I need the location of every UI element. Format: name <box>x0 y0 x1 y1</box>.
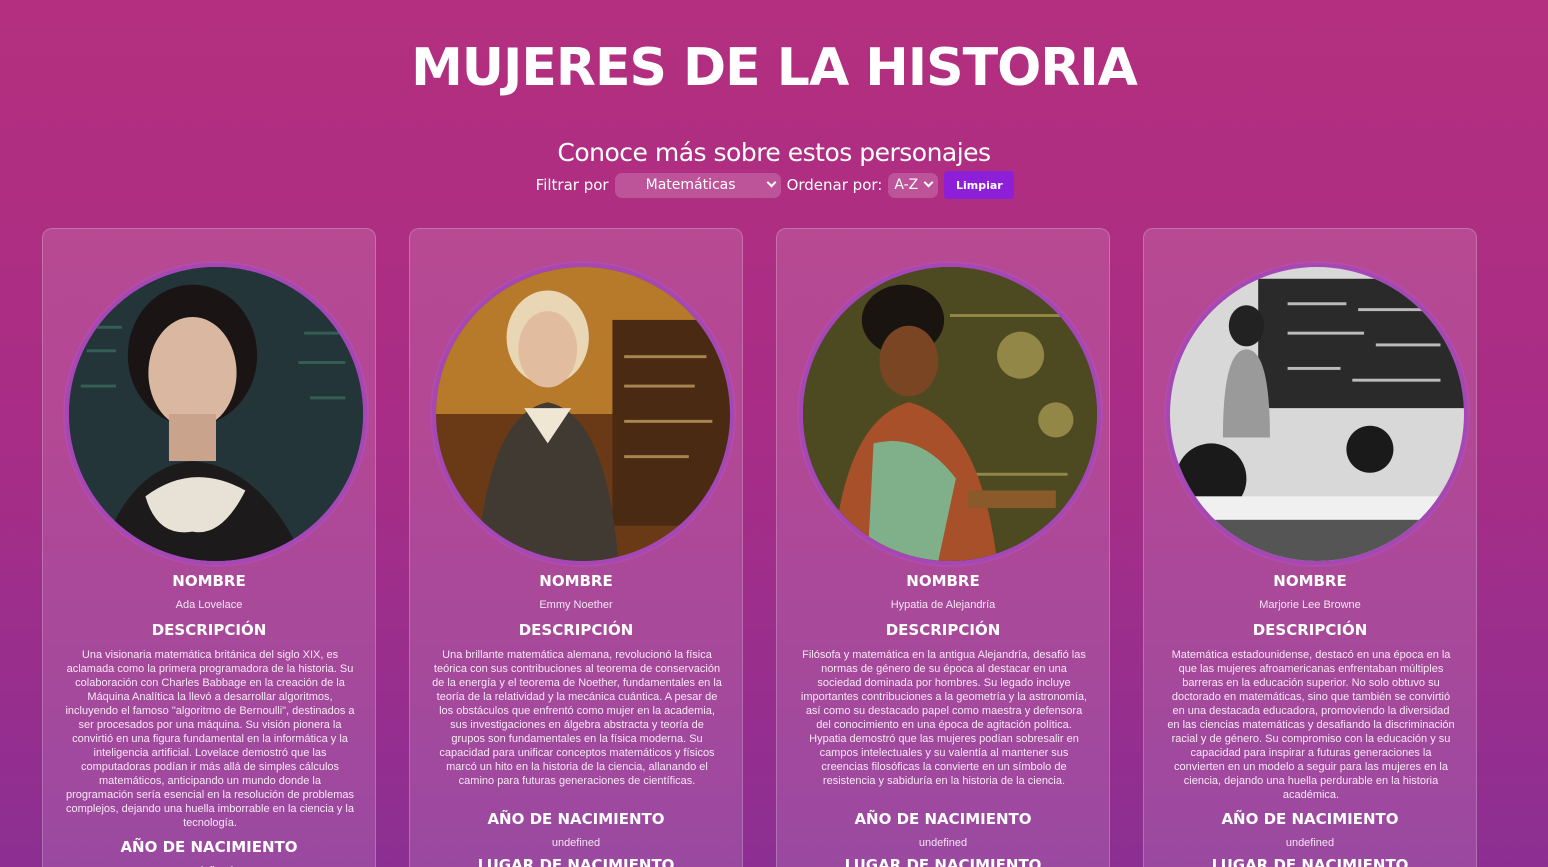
description-heading: DESCRIPCIÓN <box>885 621 1001 639</box>
portrait-image <box>1166 263 1468 565</box>
birth-year-heading: AÑO DE NACIMIENTO <box>1221 810 1399 828</box>
filter-controls: Filtrar por Matemáticas Ordenar por: A-Z… <box>0 171 1548 199</box>
character-card: NOMBRE Emmy Noether DESCRIPCIÓN Una bril… <box>409 228 743 867</box>
description-heading: DESCRIPCIÓN <box>151 621 267 639</box>
character-card: NOMBRE Marjorie Lee Browne DESCRIPCIÓN M… <box>1143 228 1477 867</box>
portrait-image <box>432 263 734 565</box>
description-text: Matemática estadounidense, destacó en un… <box>1167 649 1455 801</box>
character-card: NOMBRE Ada Lovelace DESCRIPCIÓN Una visi… <box>42 228 376 867</box>
name-value: Hypatia de Alejandría <box>890 599 996 611</box>
description-heading: DESCRIPCIÓN <box>1252 621 1368 639</box>
portrait-image <box>65 263 367 565</box>
name-heading: NOMBRE <box>172 572 246 590</box>
order-select[interactable]: A-Z <box>888 172 939 198</box>
name-heading: NOMBRE <box>906 572 980 590</box>
name-value: Marjorie Lee Browne <box>1259 599 1361 611</box>
chevron-down-icon <box>766 177 777 187</box>
filter-select-value: Matemáticas <box>645 177 736 193</box>
birth-year-value: undefined <box>1285 837 1335 849</box>
order-label: Ordenar por: <box>786 176 883 194</box>
description-heading: DESCRIPCIÓN <box>518 621 634 639</box>
name-value: Emmy Noether <box>539 599 613 611</box>
clear-button[interactable]: Limpiar <box>944 171 1015 199</box>
birth-year-value: undefined <box>918 837 968 849</box>
filter-label: Filtrar por <box>535 176 609 194</box>
birth-place-heading: LUGAR DE NACIMIENTO <box>844 856 1042 867</box>
name-heading: NOMBRE <box>539 572 613 590</box>
description-text: Una visionaria matemática británica del … <box>65 649 355 829</box>
page-subtitle: Conoce más sobre estos personajes <box>557 138 991 167</box>
birth-year-heading: AÑO DE NACIMIENTO <box>487 810 665 828</box>
portrait-image <box>799 263 1101 565</box>
character-card: NOMBRE Hypatia de Alejandría DESCRIPCIÓN… <box>776 228 1110 867</box>
order-select-value: A-Z <box>894 177 919 193</box>
description-text: Filósofa y matemática en la antigua Alej… <box>800 649 1088 787</box>
birth-year-heading: AÑO DE NACIMIENTO <box>120 838 298 856</box>
name-heading: NOMBRE <box>1273 572 1347 590</box>
birth-place-heading: LUGAR DE NACIMIENTO <box>477 856 675 867</box>
birth-place-heading: LUGAR DE NACIMIENTO <box>1211 856 1409 867</box>
birth-year-value: undefined <box>551 837 601 849</box>
page-title: MUJERES DE LA HISTORIA <box>411 38 1138 98</box>
description-text: Una brillante matemática alemana, revolu… <box>432 649 722 787</box>
birth-year-heading: AÑO DE NACIMIENTO <box>854 810 1032 828</box>
chevron-down-icon <box>923 177 934 187</box>
name-value: Ada Lovelace <box>175 599 243 611</box>
filter-select[interactable]: Matemáticas <box>614 172 781 198</box>
